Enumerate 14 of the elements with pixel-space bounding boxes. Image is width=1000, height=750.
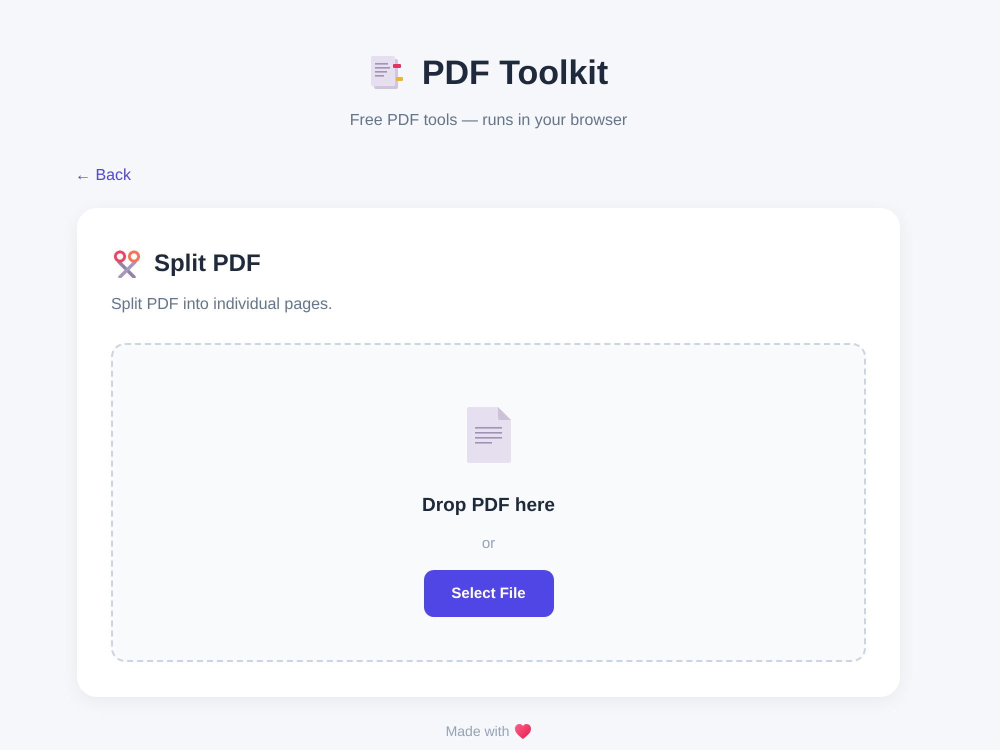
app-title: PDF Toolkit xyxy=(422,53,608,94)
app-subtitle: Free PDF tools — runs in your browser xyxy=(350,111,628,131)
document-icon xyxy=(466,407,510,463)
back-link[interactable]: ← Back xyxy=(75,166,132,186)
drop-prompt: Drop PDF here xyxy=(422,494,556,518)
select-file-button[interactable]: Select File xyxy=(424,570,554,617)
document-icon xyxy=(368,55,405,91)
footer-text: Made with xyxy=(446,722,510,741)
scissors-icon xyxy=(113,250,141,278)
separator-text: or xyxy=(482,534,496,554)
tool-description: Split PDF into individual pages. xyxy=(111,295,334,315)
file-drop-zone[interactable]: Drop PDF here or Select File xyxy=(111,343,866,662)
tool-title: Split PDF xyxy=(154,249,261,279)
heart-icon xyxy=(515,724,532,738)
